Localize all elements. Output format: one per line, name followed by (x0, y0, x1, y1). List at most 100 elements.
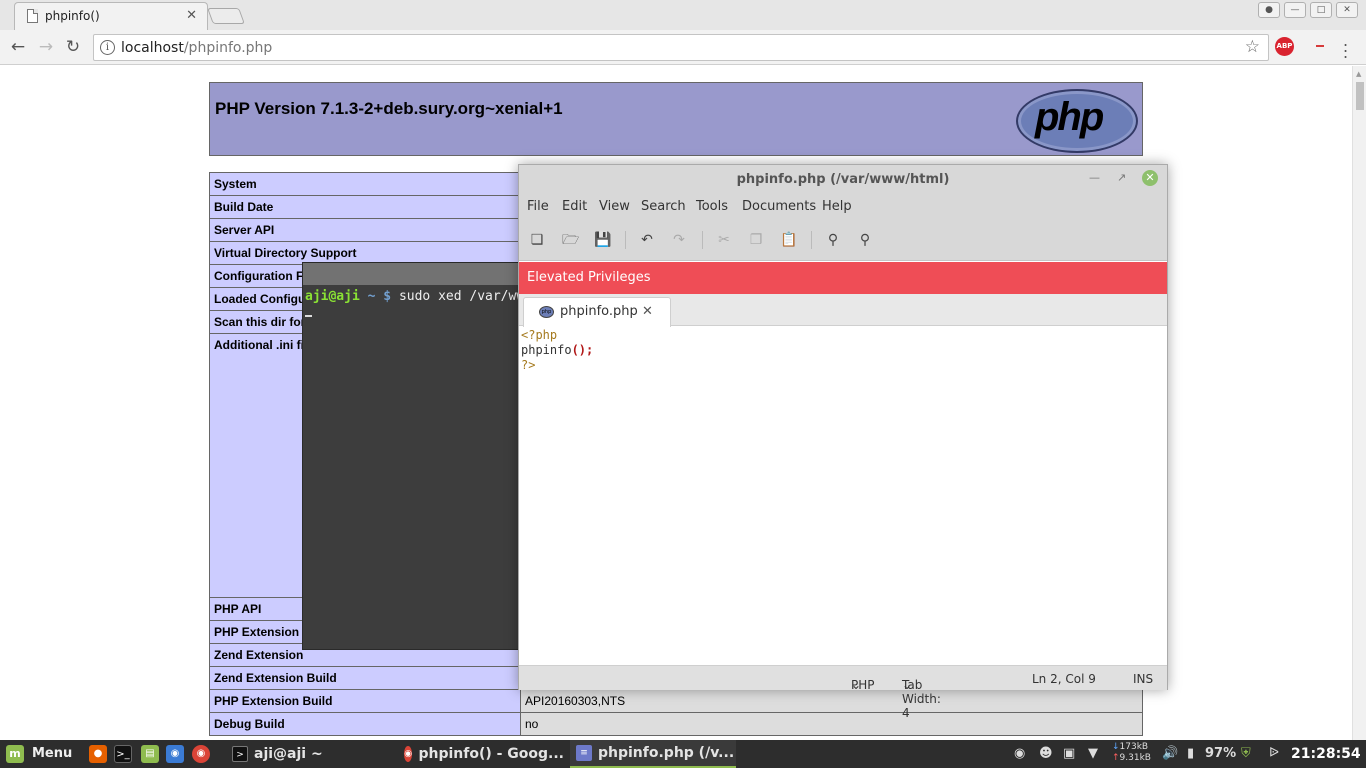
xed-title: phpinfo.php (/var/www/html) (736, 172, 950, 187)
minimize-icon[interactable]: — (1284, 2, 1306, 18)
tab-phpinfo[interactable]: phpinfo() ✕ (14, 2, 208, 30)
terminal-command: sudo xed /var/www/html/phpinfo.php (398, 289, 531, 304)
maximize-icon[interactable]: ↗ (1117, 171, 1126, 184)
chevron-down-icon: ⌄ (851, 678, 862, 692)
text-editor-icon: ≡ (576, 745, 592, 761)
elevated-privileges-banner: Elevated Privileges (519, 262, 1167, 294)
profile-icon[interactable]: ● (1258, 2, 1280, 18)
address-bar[interactable]: i localhost/phpinfo.php ☆ (93, 34, 1269, 61)
scroll-up-icon[interactable]: ▲ (1356, 70, 1361, 78)
xed-titlebar[interactable]: phpinfo.php (/var/www/html) — ↗ ✕ (519, 165, 1167, 193)
open-folder-icon[interactable]: 🗁 (562, 232, 579, 248)
xed-tabbar: php phpinfo.php ✕ (519, 294, 1167, 327)
menu-button[interactable]: Menu (32, 746, 72, 761)
semicolon: ; (586, 343, 594, 357)
redo-icon[interactable]: ↷ (671, 232, 687, 248)
address-url[interactable]: localhost/phpinfo.php (121, 40, 272, 56)
info-value: no (520, 712, 1143, 736)
search-icon[interactable]: ⚲ (825, 232, 841, 248)
function-parens: () (571, 343, 587, 357)
code-editor[interactable]: <?php phpinfo(); ?> (519, 327, 1167, 665)
terminal-icon[interactable]: >_ (114, 745, 132, 763)
menu-file[interactable]: File (527, 199, 549, 214)
xed-toolbar: ❏ 🗁 💾 ↶ ↷ ✂ ❐ 📋 ⚲ ⚲ (519, 219, 1167, 261)
php-open-tag: <?php (521, 328, 558, 342)
browser-toolbar: ← → ↻ i localhost/phpinfo.php ☆ ABP ... (0, 30, 1366, 65)
camera-app-icon[interactable]: ◉ (166, 745, 184, 763)
menu-search[interactable]: Search (641, 199, 686, 214)
php-close-tag: ?> (521, 358, 536, 372)
info-key: System (209, 172, 521, 196)
wifi-icon[interactable]: ▼ (1088, 746, 1098, 761)
toolbar-separator (625, 231, 626, 249)
close-icon[interactable]: ✕ (1142, 170, 1158, 186)
chrome-icon[interactable]: ◉ (192, 745, 210, 763)
update-manager-icon[interactable]: ▣ (1063, 746, 1075, 761)
menu-documents[interactable]: Documents (742, 199, 816, 214)
tab-phpinfo-php[interactable]: php phpinfo.php ✕ (523, 297, 671, 327)
browser-menu-icon[interactable]: ... (1343, 33, 1348, 61)
table-row: PHP Extension Build API20160303,NTS (209, 689, 1143, 713)
chevron-down-icon: ⌄ (902, 678, 913, 692)
paste-icon[interactable]: 📋 (780, 232, 797, 248)
terminal-titlebar[interactable] (303, 263, 531, 285)
xed-menubar: File Edit View Search Tools Documents Help (519, 193, 1167, 219)
tab-title: phpinfo() (45, 9, 100, 23)
cursor-position: Ln 2, Col 9 (1032, 672, 1096, 686)
volume-icon[interactable]: 🔊 (1162, 746, 1178, 761)
user-icon[interactable]: ☻ (1039, 746, 1053, 761)
new-document-icon[interactable]: ❏ (529, 232, 545, 248)
banner-text: Elevated Privileges (527, 270, 651, 285)
mint-menu-icon[interactable]: m (6, 745, 24, 763)
bluetooth-icon[interactable]: ᐉ (1269, 746, 1279, 761)
task-label: phpinfo.php (/v... (598, 745, 735, 761)
menu-help[interactable]: Help (822, 199, 852, 214)
menu-view[interactable]: View (599, 199, 630, 214)
toolbar-separator (702, 231, 703, 249)
net-down: 173kB (1119, 742, 1149, 752)
table-row: Debug Build no (209, 712, 1143, 736)
close-tab-icon[interactable]: ✕ (642, 304, 653, 319)
extension-icon[interactable] (1316, 45, 1324, 47)
undo-icon[interactable]: ↶ (639, 232, 655, 248)
file-tab-label: phpinfo.php (560, 304, 638, 319)
info-icon[interactable]: i (100, 40, 115, 55)
task-xed[interactable]: ≡ phpinfo.php (/v... (570, 740, 736, 768)
php-logo-text: php (1035, 95, 1104, 139)
task-label: phpinfo() - Goog... (418, 746, 564, 762)
terminal-cursor (305, 315, 312, 317)
cut-icon[interactable]: ✂ (716, 232, 732, 248)
close-icon[interactable]: ✕ (1336, 2, 1358, 18)
adblock-plus-icon[interactable]: ABP (1275, 37, 1294, 56)
restore-icon[interactable]: □ (1310, 2, 1332, 18)
network-speed: ↓173kB ↑9.31kB (1112, 742, 1151, 763)
task-chrome[interactable]: ◉ phpinfo() - Goog... (398, 740, 564, 768)
back-arrow-icon[interactable]: ← (8, 37, 28, 57)
shield-icon[interactable]: ⛨ (1241, 746, 1251, 761)
copy-icon[interactable]: ❐ (748, 232, 764, 248)
xed-statusbar: PHP ⌄ Tab Width: 4 ⌄ Ln 2, Col 9 INS (519, 665, 1167, 720)
new-tab-button[interactable] (207, 8, 245, 24)
save-icon[interactable]: 💾 (594, 232, 611, 248)
battery-icon[interactable]: ▮ (1187, 746, 1194, 761)
bookmark-star-icon[interactable]: ☆ (1245, 37, 1260, 57)
info-key: Debug Build (209, 712, 521, 736)
forward-arrow-icon[interactable]: → (36, 37, 56, 57)
info-key: Zend Extension Build (209, 666, 521, 690)
screenshot-icon[interactable]: ◉ (1014, 746, 1025, 761)
minimize-icon[interactable]: — (1089, 171, 1100, 184)
terminal-window[interactable]: aji@aji ~ $ sudo xed /var/www/html/phpin… (302, 262, 532, 650)
task-terminal[interactable]: > aji@aji ~ (226, 740, 392, 768)
url-path: /phpinfo.php (183, 40, 273, 56)
files-icon[interactable]: ▤ (141, 745, 159, 763)
firefox-icon[interactable]: ● (89, 745, 107, 763)
clock[interactable]: 21:28:54 (1291, 746, 1361, 762)
tab-close-icon[interactable]: ✕ (186, 8, 197, 23)
scrollbar-thumb[interactable] (1356, 82, 1364, 110)
reload-icon[interactable]: ↻ (63, 37, 83, 57)
search-replace-icon[interactable]: ⚲ (857, 232, 873, 248)
menu-edit[interactable]: Edit (562, 199, 587, 214)
toolbar-separator (811, 231, 812, 249)
menu-tools[interactable]: Tools (696, 199, 728, 214)
page-scrollbar[interactable]: ▲ (1352, 66, 1366, 740)
